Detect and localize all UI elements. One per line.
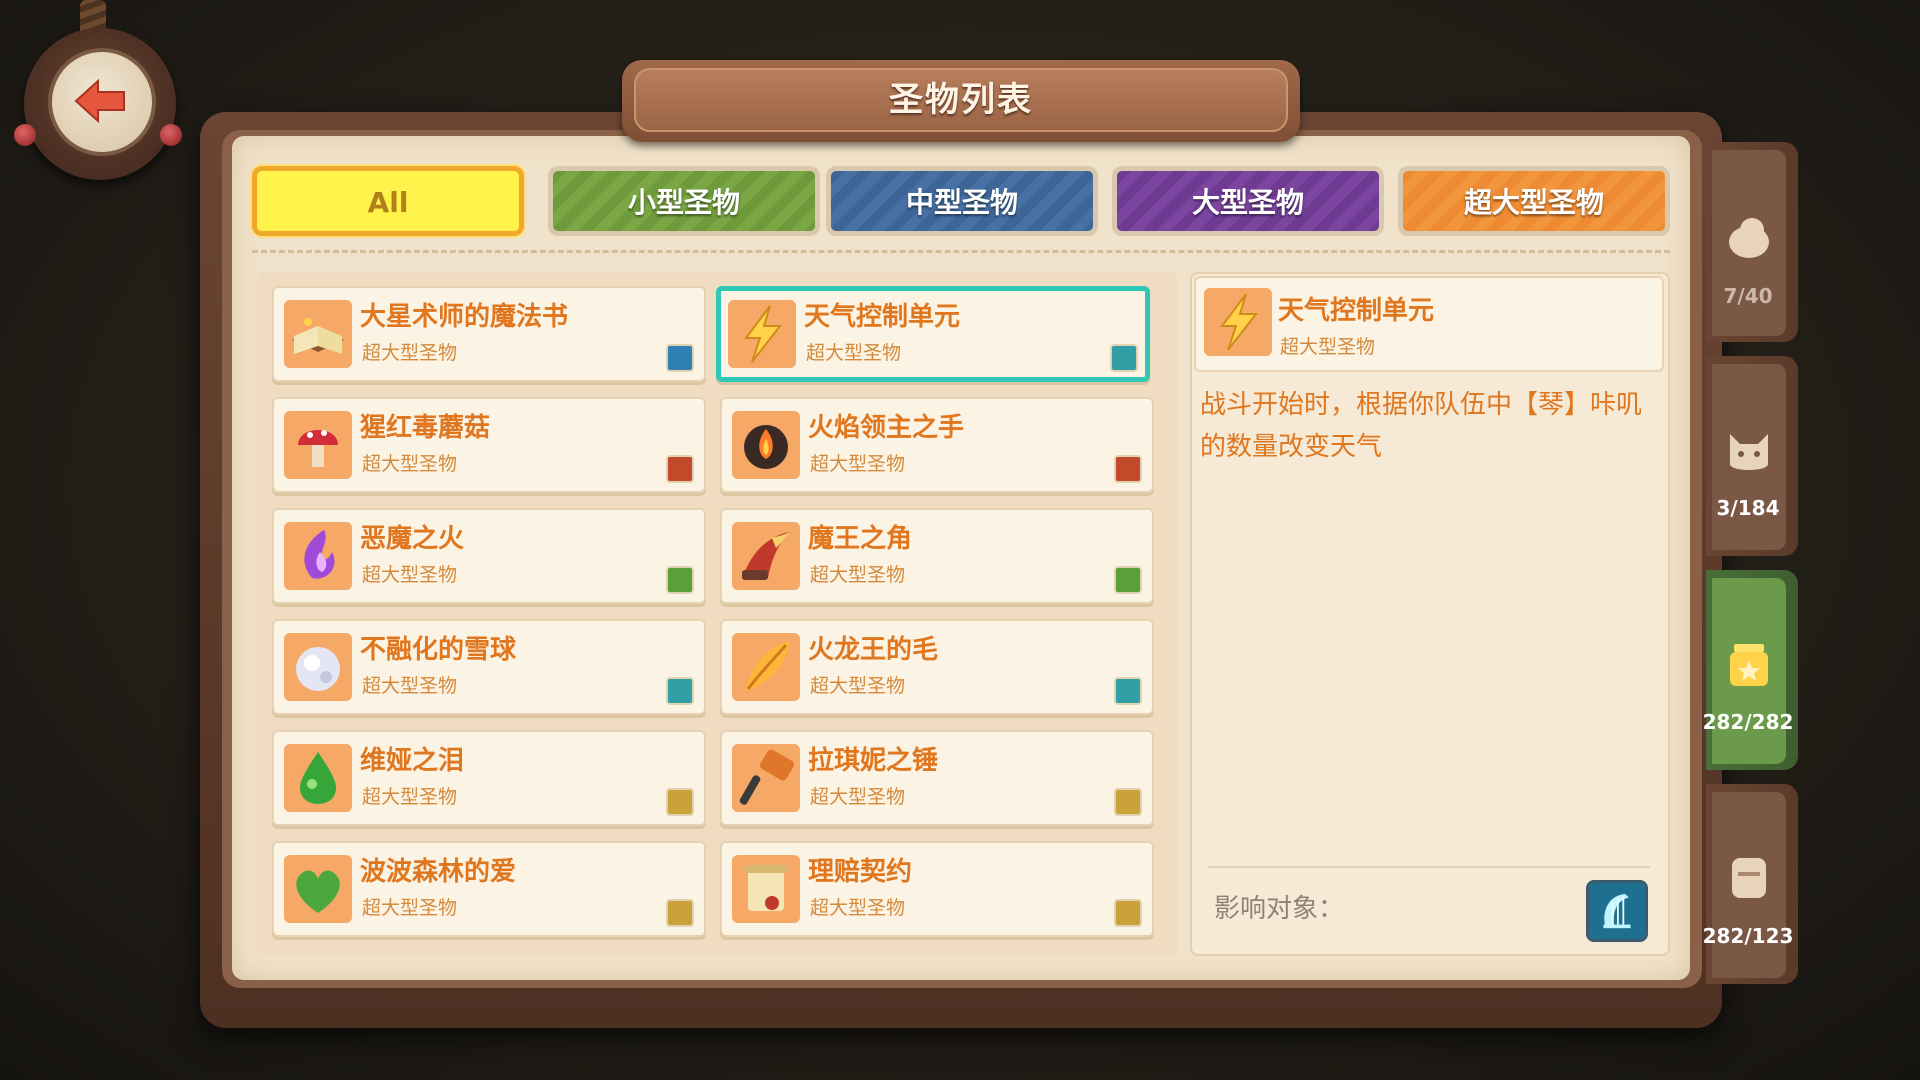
relic-card-selected[interactable]: 天气控制单元 超大型圣物 (716, 286, 1150, 382)
relic-name: 恶魔之火 (360, 524, 465, 554)
detail-relic-type: 超大型圣物 (1280, 336, 1376, 358)
relic-card[interactable]: 波波森林的爱 超大型圣物 (272, 841, 706, 937)
rope-bead-icon (14, 124, 36, 146)
box-icon (1732, 858, 1766, 898)
relic-name: 拉琪妮之锤 (808, 746, 939, 776)
relic-name: 不融化的雪球 (360, 635, 517, 665)
teal-badge-icon (1110, 344, 1138, 372)
red-badge-icon (1114, 455, 1142, 483)
side-tab-count: 3/184 (1716, 496, 1780, 520)
relic-card[interactable]: 不融化的雪球 超大型圣物 (272, 619, 706, 715)
spellbook-icon (284, 300, 352, 368)
green-badge-icon (666, 566, 694, 594)
relic-type: 超大型圣物 (810, 897, 906, 919)
back-arrow-icon[interactable] (74, 78, 128, 124)
relic-card[interactable]: 火焰领主之手 超大型圣物 (720, 397, 1154, 493)
relic-type: 超大型圣物 (806, 342, 902, 364)
relic-name: 猩红毒蘑菇 (360, 413, 491, 443)
side-tab-count: 282/123 (1702, 924, 1794, 948)
relic-name: 大星术师的魔法书 (360, 302, 569, 332)
horn-icon (732, 522, 800, 590)
relic-type: 超大型圣物 (362, 342, 458, 364)
all-badge-icon (666, 899, 694, 927)
affect-target-label: 影响对象： (1214, 894, 1345, 924)
tab-large-relics[interactable]: 大型圣物 (1112, 166, 1384, 236)
detail-relic-name: 天气控制单元 (1278, 296, 1435, 326)
chick-icon (1729, 218, 1769, 258)
green-badge-icon (1114, 566, 1142, 594)
scroll-icon (732, 855, 800, 923)
relic-type: 超大型圣物 (362, 564, 458, 586)
rope-bead-icon (160, 124, 182, 146)
feather-icon (732, 633, 800, 701)
tab-medium-relics[interactable]: 中型圣物 (826, 166, 1098, 236)
tab-all[interactable]: All (252, 166, 524, 236)
relic-card[interactable]: 理赔契约 超大型圣物 (720, 841, 1154, 937)
jar-icon (1730, 644, 1768, 686)
tab-extra-large-relics[interactable]: 超大型圣物 (1398, 166, 1670, 236)
relic-type: 超大型圣物 (362, 786, 458, 808)
red-badge-icon (666, 455, 694, 483)
blue-badge-icon (666, 344, 694, 372)
page-title: 圣物列表 (889, 80, 1033, 120)
relic-name: 魔王之角 (808, 524, 913, 554)
relic-name: 波波森林的爱 (360, 857, 517, 887)
divider (1208, 866, 1650, 868)
relic-type: 超大型圣物 (810, 564, 906, 586)
relic-name: 火龙王的毛 (808, 635, 939, 665)
relic-card[interactable]: 拉琪妮之锤 超大型圣物 (720, 730, 1154, 826)
detail-description: 战斗开始时，根据你队伍中【琴】咔叽的数量改变天气 (1200, 390, 1643, 462)
side-tab-count: 7/40 (1723, 284, 1773, 308)
relic-detail-panel (1190, 272, 1670, 956)
relic-list[interactable]: 大星术师的魔法书 超大型圣物 天气控制单元 超大型圣物 猩红毒蘑菇 超大型圣物 … (256, 272, 1178, 956)
relic-type: 超大型圣物 (810, 675, 906, 697)
lightning-icon (1204, 288, 1272, 356)
snowball-icon (284, 633, 352, 701)
relic-card[interactable]: 猩红毒蘑菇 超大型圣物 (272, 397, 706, 493)
relic-card[interactable]: 火龙王的毛 超大型圣物 (720, 619, 1154, 715)
heart-icon (284, 855, 352, 923)
relic-name: 天气控制单元 (804, 302, 961, 332)
side-tab-count: 282/282 (1702, 710, 1794, 734)
relic-type: 超大型圣物 (810, 786, 906, 808)
demon-fire-icon (284, 522, 352, 590)
relic-name: 火焰领主之手 (808, 413, 965, 443)
relic-type: 超大型圣物 (362, 897, 458, 919)
all-badge-icon (1114, 788, 1142, 816)
relic-type: 超大型圣物 (810, 453, 906, 475)
teal-badge-icon (1114, 677, 1142, 705)
all-badge-icon (1114, 899, 1142, 927)
mushroom-icon (284, 411, 352, 479)
relic-card[interactable]: 大星术师的魔法书 超大型圣物 (272, 286, 706, 382)
hammer-icon (732, 744, 800, 812)
tab-small-relics[interactable]: 小型圣物 (548, 166, 820, 236)
relic-name: 理赔契约 (808, 857, 913, 887)
teal-badge-icon (666, 677, 694, 705)
divider (252, 250, 1670, 253)
relic-name: 维娅之泪 (360, 746, 465, 776)
green-gem-icon (284, 744, 352, 812)
relic-type: 超大型圣物 (362, 453, 458, 475)
relic-card[interactable]: 维娅之泪 超大型圣物 (272, 730, 706, 826)
lightning-icon (728, 300, 796, 368)
relic-card[interactable]: 魔王之角 超大型圣物 (720, 508, 1154, 604)
relic-card[interactable]: 恶魔之火 超大型圣物 (272, 508, 706, 604)
all-badge-icon (666, 788, 694, 816)
harp-icon[interactable] (1586, 880, 1648, 942)
relic-type: 超大型圣物 (362, 675, 458, 697)
monster-icon (1730, 434, 1768, 470)
fire-hand-icon (732, 411, 800, 479)
